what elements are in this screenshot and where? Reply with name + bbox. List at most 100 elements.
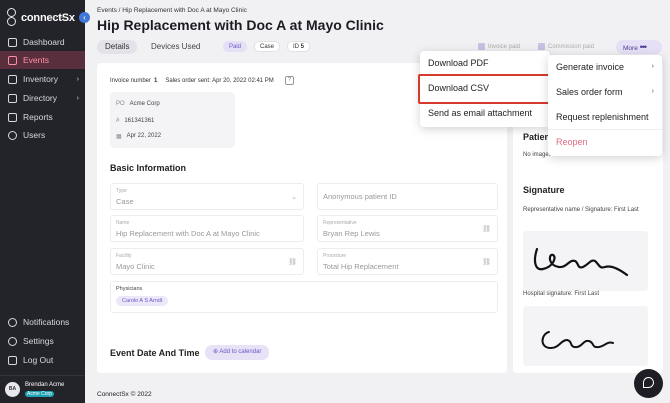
sidebar-item-events[interactable]: Events	[0, 51, 85, 69]
bell-icon	[8, 317, 17, 327]
collapse-sidebar-button[interactable]: ‹	[79, 12, 90, 23]
id-badge: ID 5	[287, 41, 311, 52]
sales-order-sent-value: Apr 20, 2022 02:41 PM	[212, 78, 274, 84]
hash-line: # 161341361	[116, 118, 154, 124]
logout-icon	[8, 355, 17, 365]
link-icon[interactable]: ⛓	[482, 258, 491, 266]
basic-info-heading: Basic Information	[110, 163, 187, 173]
physicians-field[interactable]: Physicians Carolo A S Arndt	[110, 281, 498, 313]
procedure-input[interactable]: Procedure Total Hip Replacement ⛓	[317, 248, 498, 275]
name-value: Hip Replacement with Doc A at Mayo Clini…	[116, 229, 260, 238]
sidebar-item-label: Log Out	[23, 355, 54, 365]
menu-item-send-email[interactable]: Send as email attachment	[428, 108, 532, 118]
hash-value: 161341361	[124, 118, 155, 124]
invoice-number-label: Invoice number	[110, 78, 152, 84]
tab-devices-used[interactable]: Devices Used	[143, 40, 208, 54]
representative-label: Representative	[323, 220, 357, 226]
footer-copyright: ConnectSx © 2022	[97, 391, 152, 398]
anonymous-patient-id-input[interactable]: Anonymous patient ID	[317, 183, 498, 210]
date-line: ▦ Apr 22, 2022	[116, 133, 161, 140]
po-box: PO Acme Corp # 161341361 ▦ Apr 22, 2022	[110, 92, 235, 148]
sidebar-item-label: Directory	[23, 93, 58, 103]
chevron-right-icon: ›	[651, 63, 654, 70]
sidebar-item-settings[interactable]: Settings	[0, 332, 85, 350]
sidebar: connectSx REE IT ALL Dashboard Events In…	[0, 0, 85, 403]
menu-item-sales-order-form[interactable]: Sales order form	[556, 87, 623, 97]
sidebar-item-logout[interactable]: Log Out	[0, 351, 85, 369]
sidebar-item-label: Reports	[23, 112, 53, 122]
link-icon[interactable]: ⛓	[288, 258, 297, 266]
name-input[interactable]: Name Hip Replacement with Doc A at Mayo …	[110, 215, 304, 242]
sidebar-item-label: Settings	[23, 336, 54, 346]
rep-signature-label: Representative name / Signature: First L…	[523, 207, 639, 213]
link-icon[interactable]: ⛓	[482, 225, 491, 233]
dashboard-icon	[8, 37, 17, 47]
po-label: PO	[116, 101, 125, 107]
po-line: PO Acme Corp	[116, 101, 160, 107]
add-to-calendar-button[interactable]: ⊕ Add to calendar	[205, 345, 270, 360]
user-profile[interactable]: BA Brendan Acme Acme Corp	[0, 375, 85, 403]
menu-item-request-replenishment[interactable]: Request replenishment	[556, 112, 649, 122]
box-icon	[8, 74, 17, 84]
rep-signature-drawing	[533, 247, 629, 277]
avatar: BA	[5, 382, 20, 397]
anonymous-patient-id-placeholder: Anonymous patient ID	[323, 192, 397, 201]
calendar-plus-icon: ⊕	[213, 349, 219, 355]
more-button[interactable]: More •••	[616, 40, 662, 54]
calendar-icon	[8, 55, 17, 65]
directory-icon	[8, 93, 17, 103]
sidebar-item-reports[interactable]: Reports	[0, 108, 85, 126]
invoice-paid-checkbox[interactable]: Invoice paid	[478, 43, 520, 50]
hospital-signature-label: Hospital signature: First Last	[523, 291, 600, 297]
download-csv-highlight	[418, 74, 551, 104]
info-icon[interactable]: ?	[285, 76, 294, 85]
sidebar-item-directory[interactable]: Directory ›	[0, 89, 85, 107]
brand-tagline: REE IT ALL	[48, 15, 67, 19]
chevron-right-icon: ›	[651, 88, 654, 95]
physician-chip[interactable]: Carolo A S Arndt	[116, 296, 169, 306]
menu-divider	[548, 129, 662, 130]
rep-signature-image	[523, 231, 648, 291]
menu-item-generate-invoice[interactable]: Generate invoice	[556, 62, 624, 72]
logo-icon	[6, 8, 18, 28]
commission-paid-checkbox[interactable]: Commission paid	[538, 43, 594, 50]
breadcrumb[interactable]: Events / Hip Replacement with Doc A at M…	[97, 7, 247, 14]
type-select[interactable]: Type Case ⌄	[110, 183, 304, 210]
chat-help-button[interactable]	[634, 369, 663, 398]
invoice-paid-label: Invoice paid	[488, 43, 521, 50]
representative-value: Bryan Rep Lewis	[323, 229, 380, 238]
sales-order-sent-label: Sales order sent:	[165, 78, 211, 84]
checkbox-icon	[478, 43, 485, 50]
sidebar-item-label: Events	[23, 55, 49, 65]
patient-images-heading: Patien	[523, 132, 551, 142]
physicians-label: Physicians	[116, 286, 143, 292]
signature-heading: Signature	[523, 185, 565, 195]
checkbox-icon	[538, 43, 545, 50]
sidebar-item-label: Dashboard	[23, 37, 65, 47]
tab-details[interactable]: Details	[97, 40, 138, 54]
sidebar-item-dashboard[interactable]: Dashboard	[0, 33, 85, 51]
status-badge-paid: Paid	[223, 41, 248, 52]
sidebar-item-users[interactable]: Users	[0, 126, 85, 144]
type-label: Type	[116, 188, 127, 194]
date-value: Apr 22, 2022	[126, 133, 162, 139]
facility-input[interactable]: Facility Mayo Clinic ⛓	[110, 248, 304, 275]
representative-input[interactable]: Representative Bryan Rep Lewis ⛓	[317, 215, 498, 242]
status-badge-case: Case	[254, 41, 281, 52]
commission-paid-label: Commission paid	[548, 43, 595, 50]
hash-icon: #	[116, 118, 120, 124]
menu-item-reopen[interactable]: Reopen	[556, 137, 588, 147]
chevron-right-icon: ›	[76, 75, 79, 83]
sidebar-item-notifications[interactable]: Notifications	[0, 313, 85, 331]
user-name: Brendan Acme	[25, 382, 65, 388]
more-dots-icon: •••	[639, 42, 648, 52]
hospital-signature-image	[523, 306, 648, 366]
menu-item-download-pdf[interactable]: Download PDF	[428, 58, 489, 68]
sidebar-item-label: Users	[23, 130, 46, 140]
chevron-down-icon: ⌄	[291, 194, 297, 201]
chevron-right-icon: ›	[76, 94, 79, 102]
more-menu: Generate invoice › Sales order form › Re…	[548, 55, 662, 156]
more-label: More	[623, 45, 638, 52]
invoice-number: 1	[154, 78, 158, 84]
sidebar-item-inventory[interactable]: Inventory ›	[0, 70, 85, 88]
